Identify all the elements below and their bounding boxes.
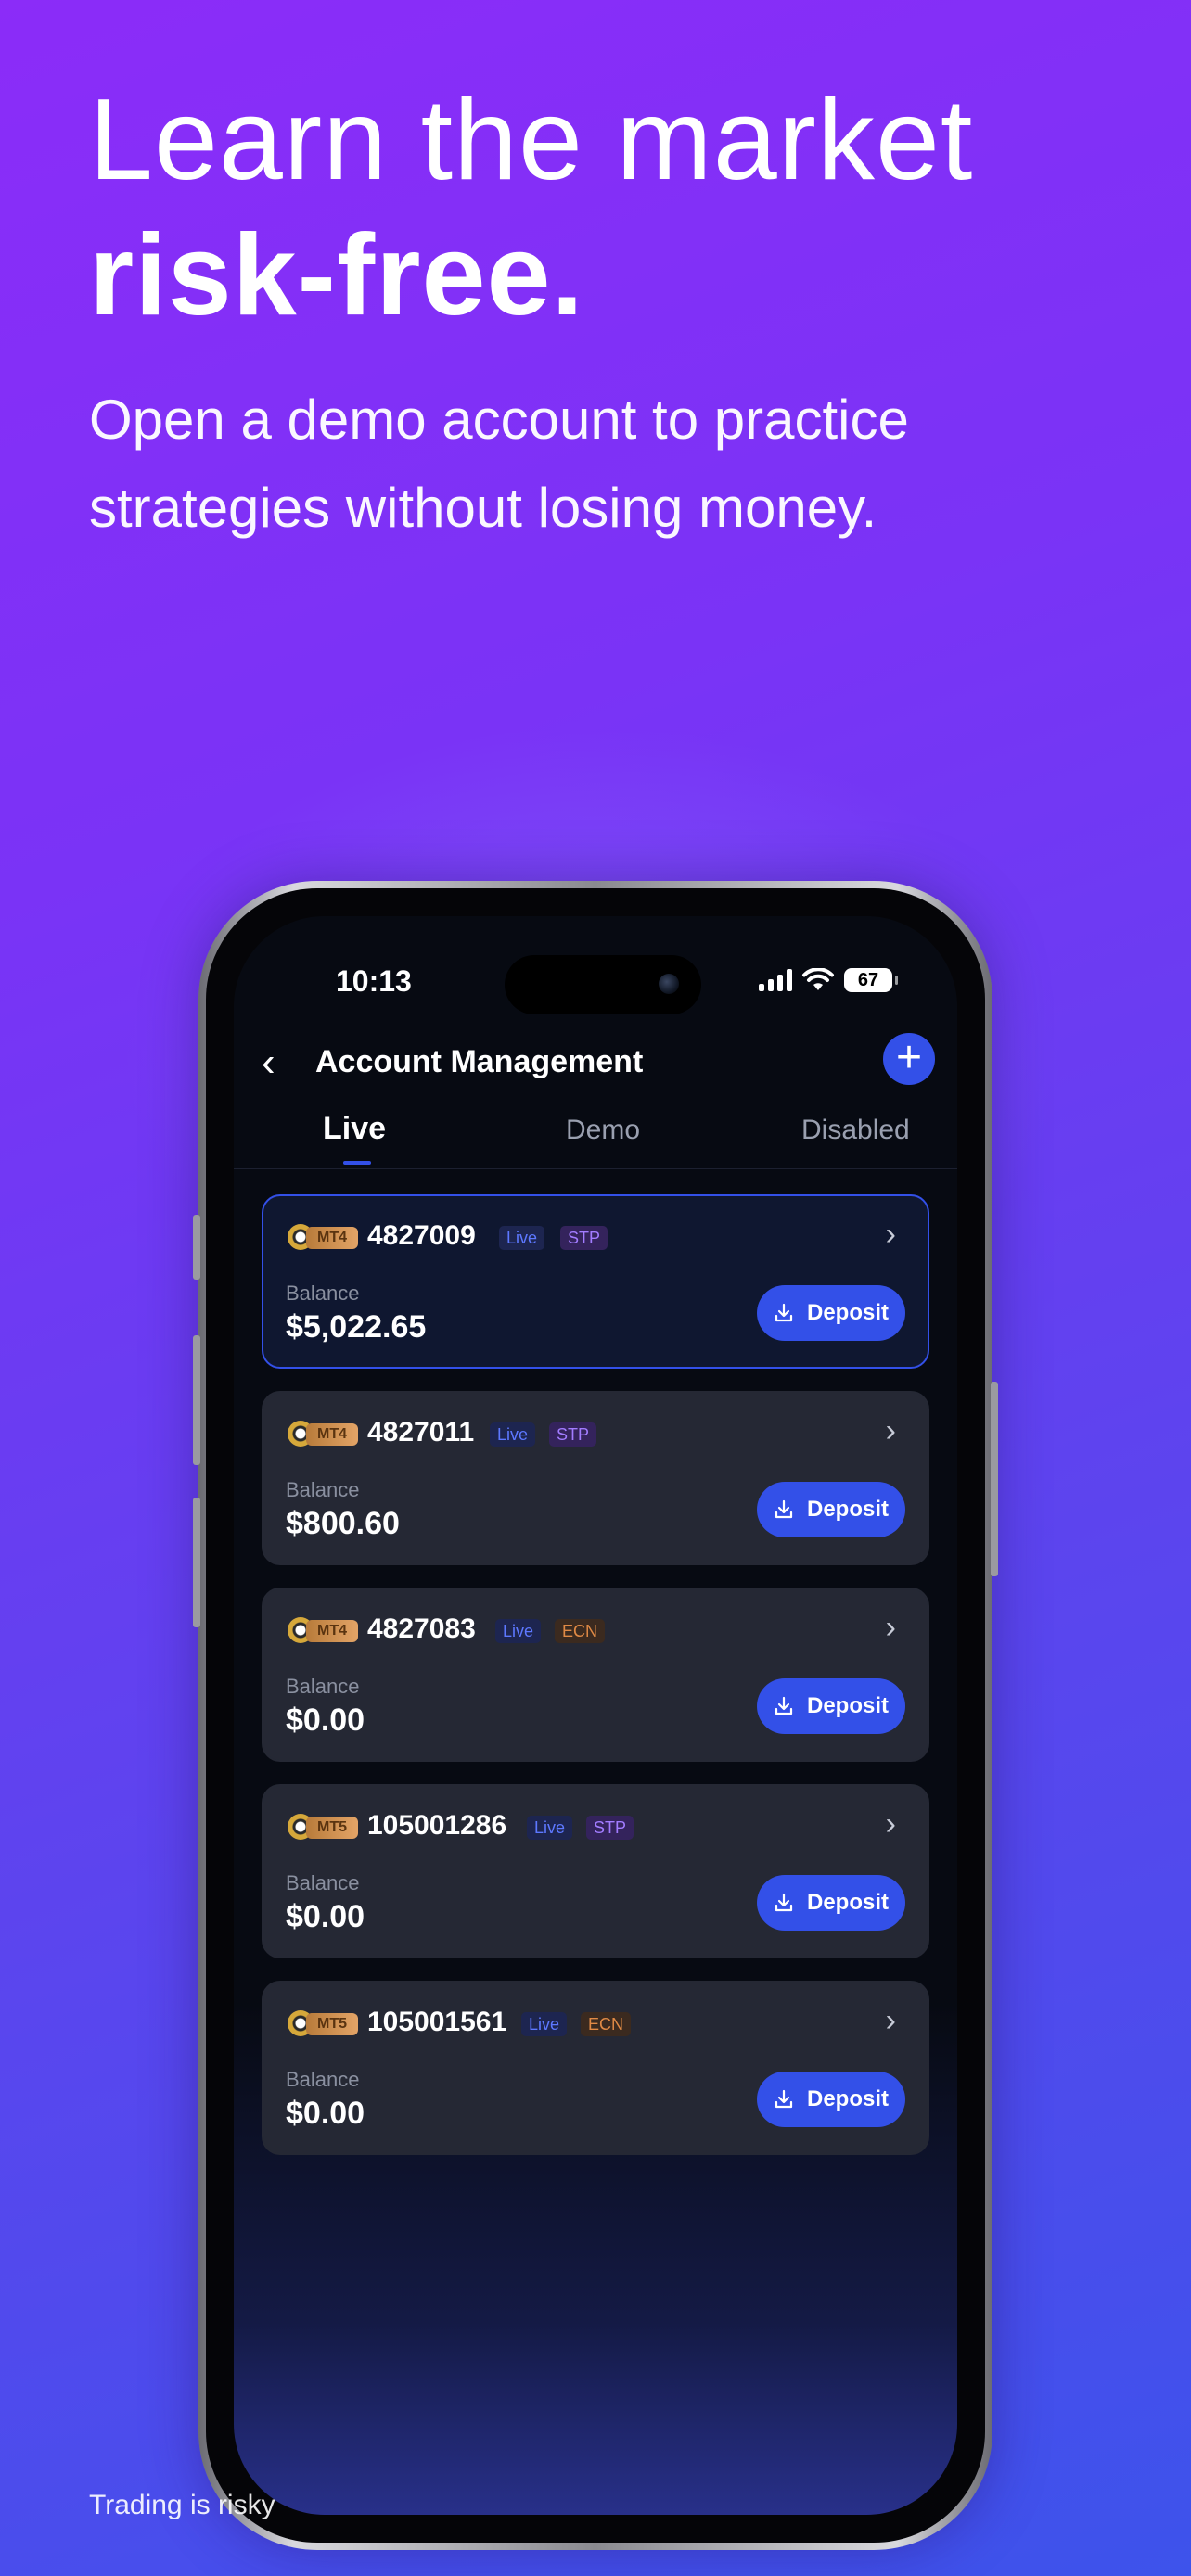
phone-screen: 10:13 67 ‹ Account Management + Live Dem… <box>234 916 957 2515</box>
tab-live[interactable]: Live <box>323 1111 386 1147</box>
download-icon <box>775 1893 793 1912</box>
account-number: 105001561 <box>367 2007 507 2037</box>
account-model-badge: ECN <box>555 1619 606 1643</box>
chevron-right-icon[interactable]: › <box>886 2003 896 2039</box>
balance-value: $0.00 <box>286 1899 365 1934</box>
download-icon <box>775 1303 793 1322</box>
account-type-badge: Live <box>521 2012 568 2036</box>
download-icon <box>775 1696 793 1715</box>
active-tab-indicator <box>343 1161 371 1165</box>
account-model-badge: ECN <box>581 2012 632 2036</box>
account-card[interactable]: MT4 4827083 Live ECN › Balance $0.00 Dep… <box>262 1588 929 1762</box>
navigation-bar: ‹ Account Management + <box>234 1026 957 1100</box>
balance-label: Balance <box>286 1871 360 1894</box>
deposit-label: Deposit <box>806 1693 889 1718</box>
balance-value: $800.60 <box>286 1506 400 1541</box>
plus-icon: + <box>895 1033 923 1082</box>
deposit-button[interactable]: Deposit <box>757 1482 905 1537</box>
deposit-button[interactable]: Deposit <box>757 1875 905 1931</box>
chevron-right-icon[interactable]: › <box>886 1806 896 1843</box>
account-number: 4827011 <box>367 1417 475 1447</box>
balance-label: Balance <box>286 2068 360 2091</box>
phone-volume-down <box>193 1498 200 1627</box>
account-type-badge: Live <box>527 1816 573 1840</box>
camera-icon <box>659 974 679 994</box>
subheadline: Open a demo account to practice strategi… <box>89 389 909 539</box>
balance-value: $0.00 <box>286 2096 365 2131</box>
account-model-badge: STP <box>586 1816 634 1840</box>
headline-line-2: risk-free. <box>89 211 584 339</box>
deposit-button[interactable]: Deposit <box>757 1678 905 1734</box>
status-icons: 67 <box>759 968 898 992</box>
tab-disabled[interactable]: Disabled <box>801 1115 910 1146</box>
balance-label: Balance <box>286 1478 360 1501</box>
dynamic-island <box>505 955 701 1014</box>
tab-demo[interactable]: Demo <box>566 1115 640 1146</box>
platform-logo-icon: MT5 <box>288 1814 360 1842</box>
add-account-button[interactable]: + <box>883 1033 935 1085</box>
account-card[interactable]: MT4 4827009 Live STP › Balance $5,022.65… <box>262 1194 929 1369</box>
phone-bezel: 10:13 67 ‹ Account Management + Live Dem… <box>206 888 985 2543</box>
download-icon <box>775 2089 793 2109</box>
account-type-badge: Live <box>495 1619 542 1643</box>
phone-mockup: 10:13 67 ‹ Account Management + Live Dem… <box>193 881 998 2550</box>
deposit-label: Deposit <box>806 1497 889 1522</box>
chevron-right-icon[interactable]: › <box>886 1413 896 1449</box>
deposit-label: Deposit <box>806 2086 889 2111</box>
platform-tag: MT5 <box>306 2013 358 2035</box>
platform-logo-icon: MT5 <box>288 2010 360 2038</box>
account-card[interactable]: MT5 105001561 Live ECN › Balance $0.00 D… <box>262 1981 929 2155</box>
balance-value: $0.00 <box>286 1702 365 1738</box>
account-number: 4827009 <box>367 1220 476 1251</box>
chevron-left-icon[interactable]: ‹ <box>262 1042 275 1083</box>
platform-logo-icon: MT4 <box>288 1421 360 1448</box>
balance-value: $5,022.65 <box>286 1309 427 1345</box>
page-title: Account Management <box>315 1044 644 1079</box>
chevron-right-icon[interactable]: › <box>886 1610 896 1646</box>
phone-side-button <box>991 1382 998 1576</box>
signal-icon <box>759 969 792 991</box>
deposit-button[interactable]: Deposit <box>757 1285 905 1341</box>
balance-label: Balance <box>286 1282 360 1305</box>
account-type-badge: Live <box>490 1422 536 1447</box>
platform-logo-icon: MT4 <box>288 1224 360 1252</box>
account-number: 4827083 <box>367 1613 476 1644</box>
download-icon <box>775 1499 793 1519</box>
account-model-badge: STP <box>560 1226 608 1250</box>
headline-line-1: Learn the market <box>89 76 974 204</box>
platform-logo-icon: MT4 <box>288 1617 360 1645</box>
platform-tag: MT4 <box>306 1423 358 1446</box>
account-card[interactable]: MT4 4827011 Live STP › Balance $800.60 D… <box>262 1391 929 1565</box>
phone-volume-up <box>193 1335 200 1465</box>
chevron-right-icon[interactable]: › <box>886 1217 896 1253</box>
phone-mute-switch <box>193 1215 200 1280</box>
account-type-badge: Live <box>499 1226 545 1250</box>
account-model-badge: STP <box>549 1422 597 1447</box>
headline: Learn the market risk-free. <box>89 72 973 343</box>
account-number: 105001286 <box>367 1810 507 1841</box>
battery-icon: 67 <box>844 968 898 992</box>
status-time: 10:13 <box>336 964 412 998</box>
balance-label: Balance <box>286 1675 360 1698</box>
account-card[interactable]: MT5 105001286 Live STP › Balance $0.00 D… <box>262 1784 929 1958</box>
wifi-icon <box>802 968 834 990</box>
platform-tag: MT5 <box>306 1817 358 1839</box>
platform-tag: MT4 <box>306 1620 358 1642</box>
account-list: MT4 4827009 Live STP › Balance $5,022.65… <box>262 1194 929 2177</box>
risk-disclaimer: Trading is risky <box>89 2490 275 2520</box>
platform-tag: MT4 <box>306 1227 358 1249</box>
deposit-label: Deposit <box>806 1890 889 1915</box>
deposit-button[interactable]: Deposit <box>757 2072 905 2127</box>
deposit-label: Deposit <box>806 1300 889 1325</box>
tab-bar: Live Demo Disabled <box>234 1102 957 1169</box>
